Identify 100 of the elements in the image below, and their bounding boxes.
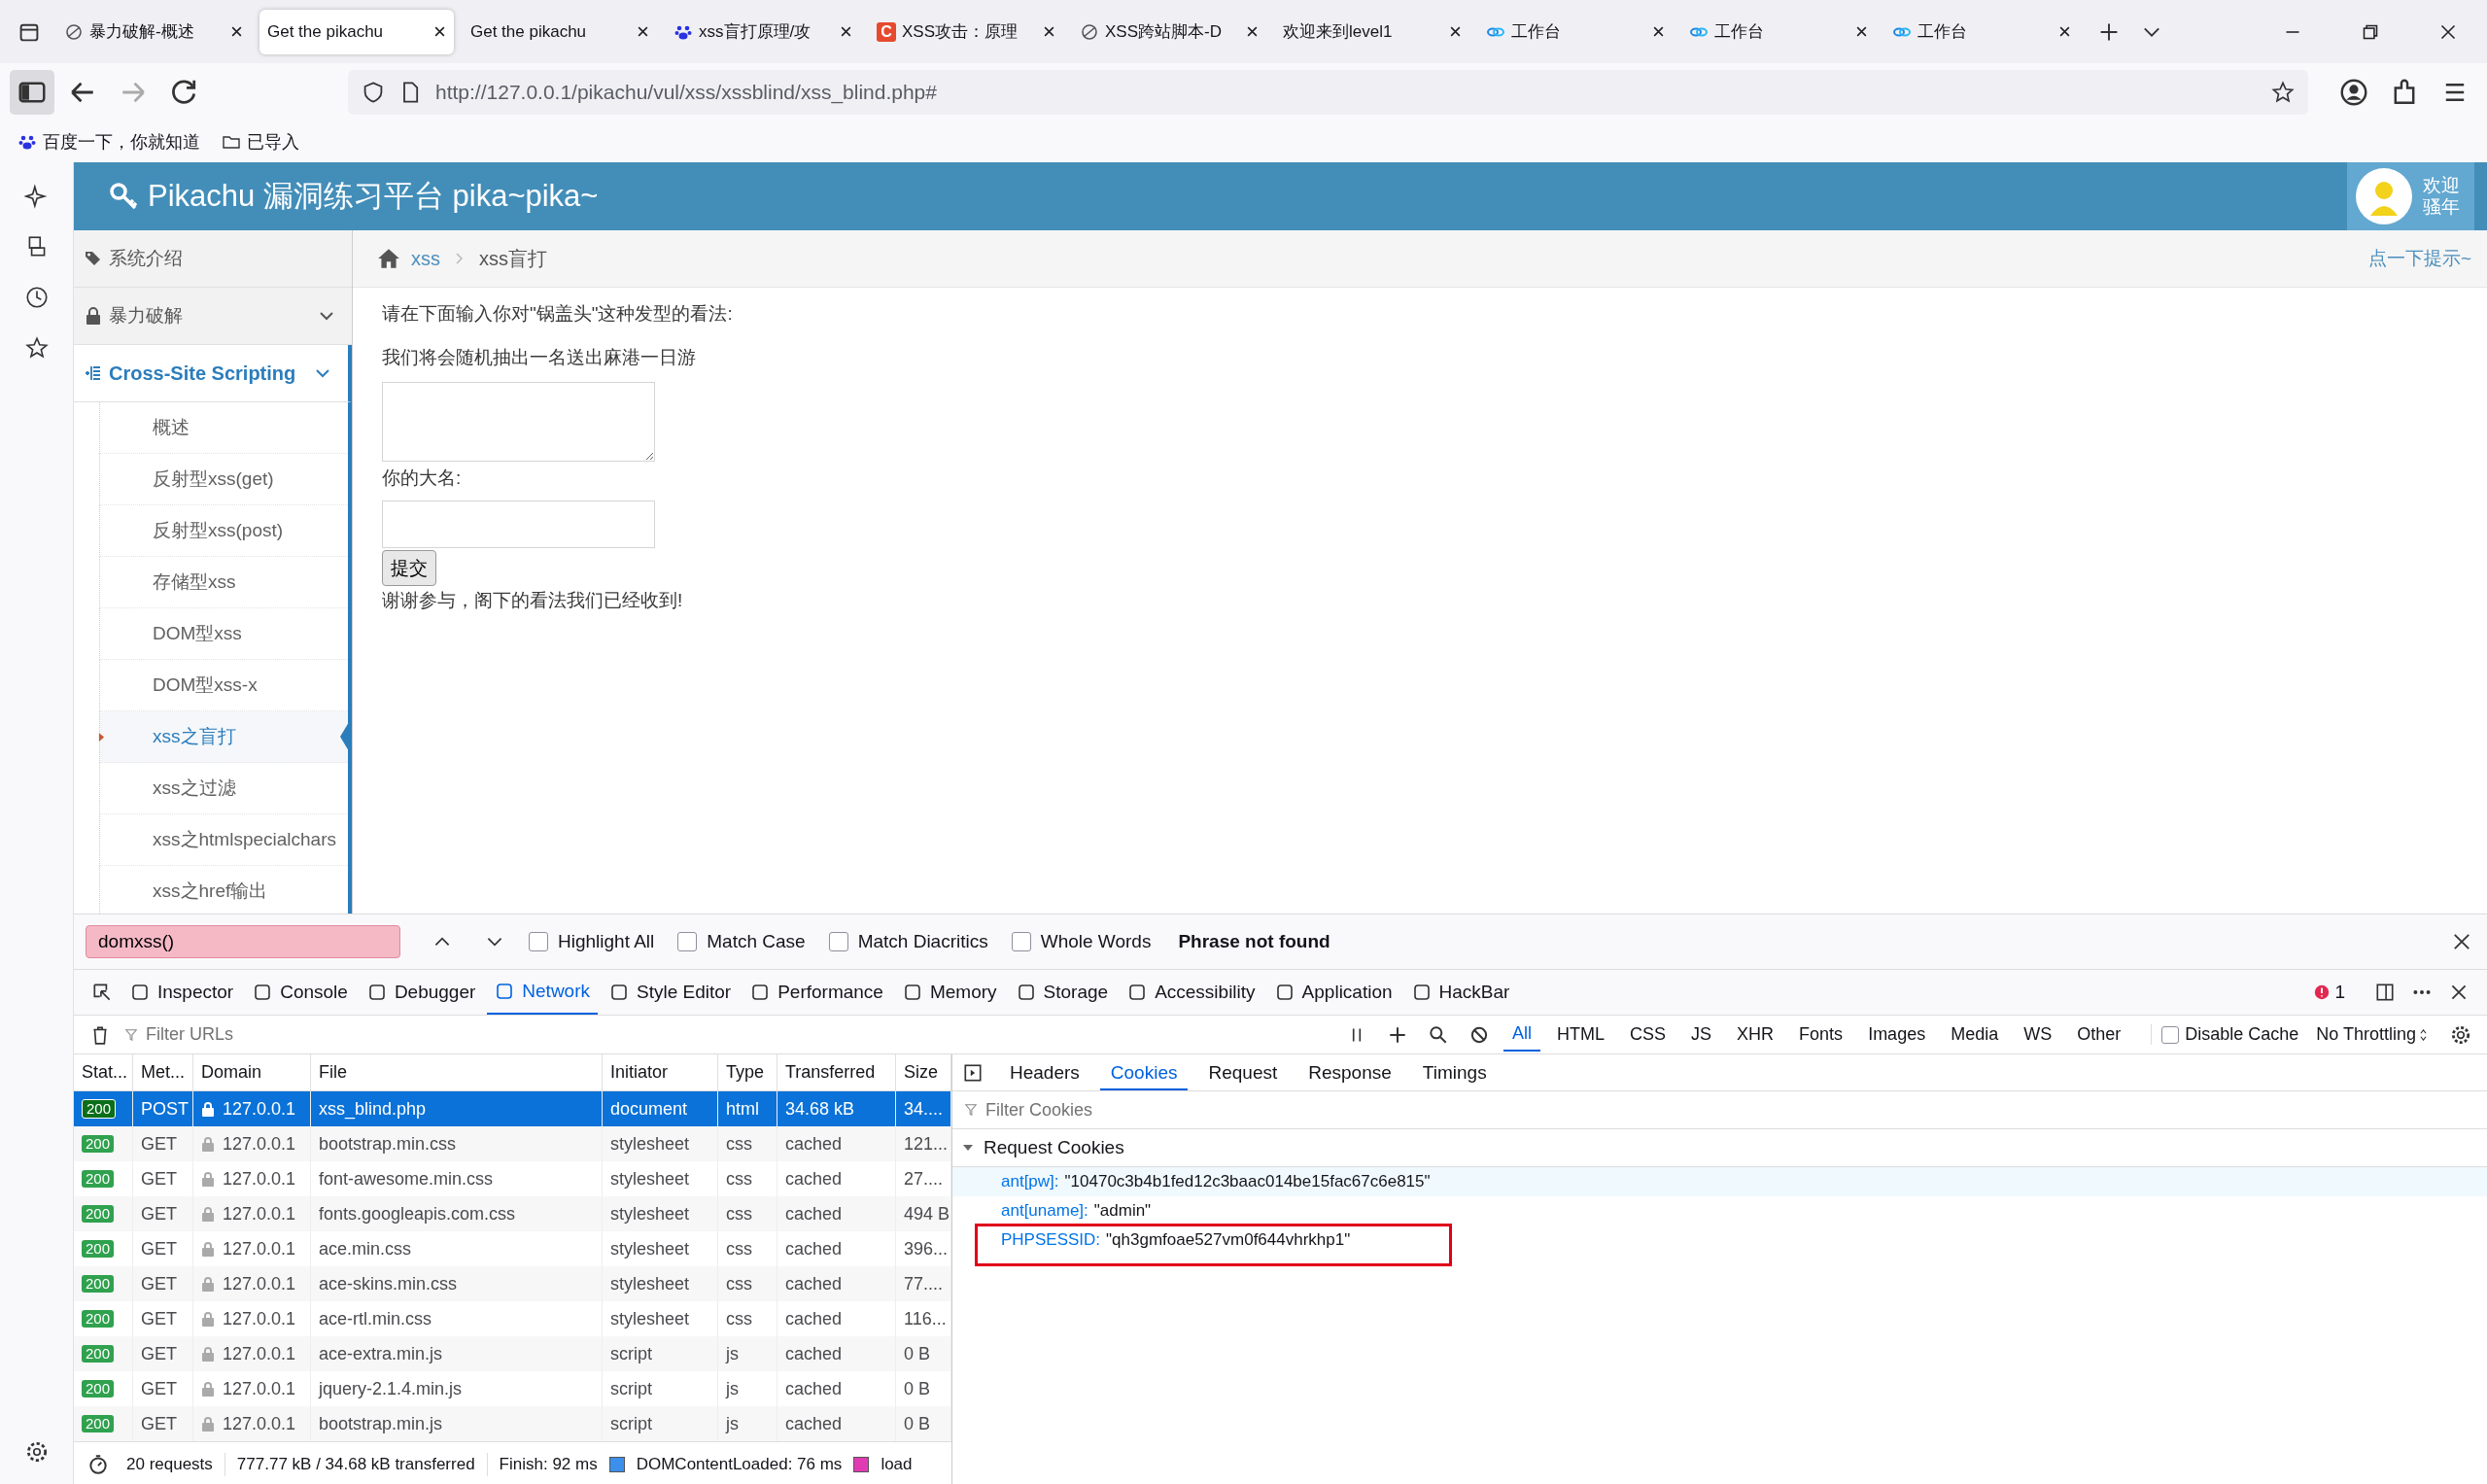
sidebar-subitem[interactable]: 存储型xss (99, 557, 348, 608)
sidebar-subitem[interactable]: 反射型xss(post) (99, 505, 348, 557)
option-label[interactable]: Disable Cache (2185, 1024, 2299, 1045)
find-field[interactable]: domxss() (86, 925, 400, 958)
devtools-tab[interactable]: Inspector (122, 970, 242, 1015)
checkbox[interactable] (1011, 932, 1031, 951)
close-icon[interactable] (637, 25, 649, 38)
sidebar-item[interactable]: 系统介绍 (74, 230, 352, 288)
star-icon[interactable] (23, 335, 50, 361)
column-header[interactable]: Met... (133, 1054, 193, 1090)
option-label[interactable]: Match Case (707, 931, 806, 952)
devtools-tab[interactable]: Console (245, 970, 356, 1015)
column-header[interactable]: Transferred (777, 1054, 896, 1090)
comment-field[interactable] (382, 382, 655, 462)
browser-tab[interactable]: XSS跨站脚本-D (1072, 9, 1266, 54)
shield-icon[interactable] (362, 81, 385, 104)
checkbox[interactable] (529, 932, 548, 951)
sidebar-subitem[interactable]: 反射型xss(get) (99, 454, 348, 505)
cookie-row[interactable]: PHPSESSID: "qh3gmfoae527vm0f644vhrkhp1" (975, 1224, 1452, 1266)
close-icon[interactable] (1855, 25, 1868, 38)
sidebar-subitem[interactable]: DOM型xss (99, 608, 348, 660)
devtools-tab[interactable]: Style Editor (602, 970, 740, 1015)
detail-tab[interactable]: Timings (1411, 1054, 1498, 1090)
request-row[interactable]: 200 GET 127.0.0.1 bootstrap.min.js script js cached 0 B (74, 1406, 951, 1441)
column-header[interactable]: Size (896, 1054, 951, 1090)
devtools-tab[interactable]: Debugger (359, 970, 484, 1015)
checkbox[interactable] (2161, 1025, 2180, 1044)
cookie-row[interactable]: ant[pw]: "10470c3b4b1fed12c3baac014be15fac67c6e815" (952, 1167, 2487, 1196)
settings-icon[interactable] (2450, 1023, 2471, 1046)
devtools-tab[interactable]: HackBar (1403, 970, 1518, 1015)
close-icon[interactable] (1043, 25, 1055, 38)
column-header[interactable]: Stat... (74, 1054, 133, 1090)
type-filter[interactable]: Images (1859, 1018, 1935, 1051)
request-row[interactable]: 200 GET 127.0.0.1 ace-skins.min.css stylesheet css cached 77.... (74, 1266, 951, 1301)
checkbox[interactable] (828, 932, 848, 951)
option-label[interactable]: Whole Words (1040, 931, 1152, 952)
sidebar-subitem[interactable]: xss之过滤 (99, 763, 348, 814)
close-icon[interactable] (840, 25, 852, 38)
filter-field[interactable]: Filter Cookies (984, 1098, 2487, 1122)
cookie-row[interactable]: ant[uname]: "admin" (952, 1196, 2487, 1225)
type-filter[interactable]: CSS (1621, 1018, 1675, 1051)
sidebar-item[interactable]: Cross-Site Scripting (74, 345, 352, 402)
detail-tab[interactable]: Headers (999, 1054, 1090, 1090)
request-row[interactable]: 200 GET 127.0.0.1 bootstrap.min.css stylesheet css cached 121... (74, 1126, 951, 1161)
type-filter[interactable]: Other (2068, 1018, 2130, 1051)
type-filter[interactable]: HTML (1548, 1018, 1614, 1051)
request-row[interactable]: 200 GET 127.0.0.1 fonts.googleapis.com.css stylesheet css cached 494 B (74, 1196, 951, 1231)
browser-tab[interactable]: Get the pikachu (463, 9, 657, 54)
type-filter[interactable]: All (1503, 1018, 1541, 1052)
close-icon[interactable] (2058, 25, 2071, 38)
devtools-tab[interactable]: Accessibility (1120, 970, 1263, 1015)
error-count[interactable]: 1 (2313, 982, 2345, 1003)
browser-tab[interactable]: 工作台 (1884, 9, 2079, 54)
close-icon[interactable] (433, 25, 446, 38)
close-icon[interactable] (1652, 25, 1665, 38)
request-row[interactable]: 200 POST 127.0.0.1 xss_blind.php document html 34.68 kB 34.... (74, 1091, 951, 1126)
detail-tab[interactable]: Response (1297, 1054, 1402, 1090)
type-filter[interactable]: JS (1682, 1018, 1721, 1051)
column-header[interactable]: Domain (193, 1054, 311, 1090)
browser-tab[interactable]: 工作台 (1681, 9, 1876, 54)
throttling-select[interactable]: No Throttling (2316, 1024, 2427, 1045)
column-header[interactable]: Type (718, 1054, 777, 1090)
devtools-tab[interactable]: Performance (743, 970, 891, 1015)
browser-tab[interactable]: Get the pikachu (259, 9, 454, 54)
browser-tab[interactable]: xss盲打原理/攻 (666, 9, 860, 54)
close-icon[interactable] (1246, 25, 1259, 38)
picker-icon[interactable] (91, 982, 113, 1003)
type-filter[interactable]: Media (1942, 1018, 2008, 1051)
bookmark-item[interactable]: 已导入 (222, 130, 299, 154)
sidebar-toggle-icon[interactable] (10, 70, 54, 115)
request-row[interactable]: 200 GET 127.0.0.1 ace-extra.min.js script js cached 0 B (74, 1336, 951, 1371)
browser-tab[interactable]: 欢迎来到level1 (1275, 9, 1469, 54)
type-filter[interactable]: Fonts (1790, 1018, 1852, 1051)
bookmark-item[interactable]: 百度一下，你就知道 (17, 130, 200, 154)
column-header[interactable]: File (311, 1054, 603, 1090)
browser-tab[interactable]: 工作台 (1478, 9, 1673, 54)
filter-field[interactable]: Filter URLs (144, 1023, 1333, 1046)
devtools-tab[interactable]: Network (487, 970, 598, 1015)
name-field[interactable] (382, 500, 655, 548)
browser-tab[interactable]: 暴力破解-概述 (56, 9, 251, 54)
address-bar[interactable]: http://127.0.0.1/pikachu/vul/xss/xssblind/xss_blind.php# (348, 70, 2308, 115)
detail-tab[interactable]: Request (1197, 1054, 1289, 1090)
history-icon[interactable] (23, 285, 50, 310)
panel-toggle-icon[interactable] (962, 1061, 984, 1084)
sidebar-subitem[interactable]: xss之htmlspecialchars (99, 814, 348, 866)
close-icon[interactable] (230, 25, 243, 38)
devtools-tab[interactable]: Application (1266, 970, 1400, 1015)
devtools-tab[interactable]: Storage (1008, 970, 1117, 1015)
devtools-tab[interactable]: Memory (894, 970, 1005, 1015)
close-icon[interactable] (1449, 25, 1462, 38)
option-label[interactable]: Match Diacritics (857, 931, 988, 952)
option-label[interactable]: Highlight All (558, 931, 655, 952)
browser-tab[interactable]: C XSS攻击：原理 (869, 9, 1063, 54)
submit-button[interactable]: 提交 (382, 550, 436, 586)
detail-tab[interactable]: Cookies (1099, 1054, 1189, 1090)
dock-icon[interactable] (2374, 982, 2396, 1003)
sidebar-subitem[interactable]: 概述 (99, 402, 348, 454)
type-filter[interactable]: XHR (1728, 1018, 1783, 1051)
star-icon[interactable] (2271, 81, 2295, 104)
checkbox[interactable] (677, 932, 698, 951)
